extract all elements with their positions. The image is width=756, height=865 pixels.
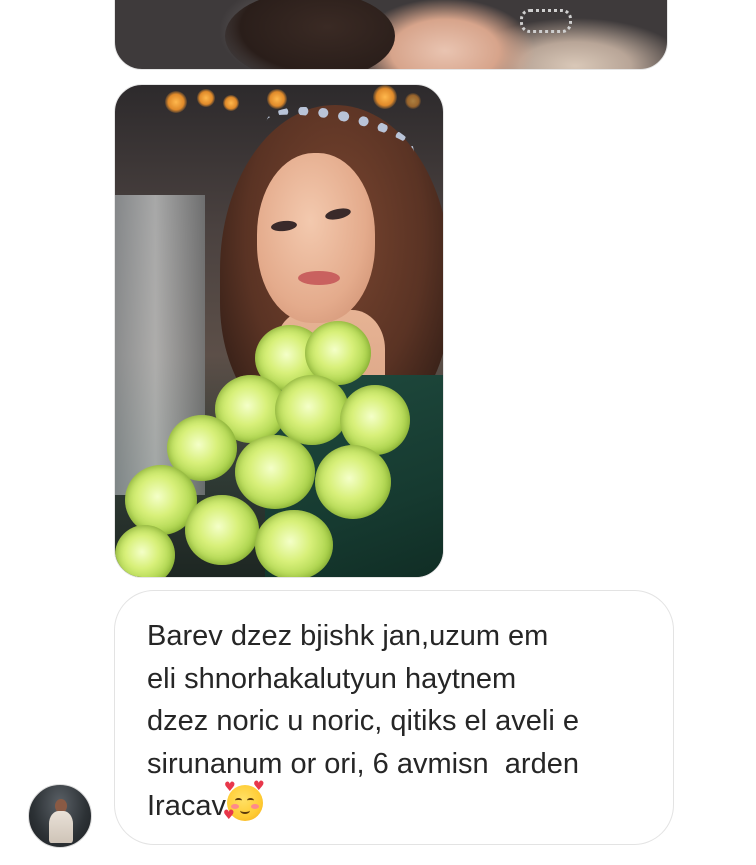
rose	[115, 525, 175, 577]
message-line: Barev dzez bjishk jan,uzum em	[147, 620, 549, 652]
bokeh-light	[405, 93, 421, 109]
rose	[315, 445, 391, 519]
bokeh-light	[223, 95, 239, 111]
bokeh-light	[267, 89, 287, 109]
photo-lips	[298, 271, 340, 285]
text-message-bubble[interactable]: Barev dzez bjishk jan,uzum em eli shnorh…	[114, 590, 674, 845]
photo-top-hair	[225, 0, 395, 69]
message-line: eli shnorhakalutyun haytnem	[147, 662, 517, 695]
rose	[275, 375, 349, 445]
message-thread: Barev dzez bjishk jan,uzum em eli shnorh…	[0, 0, 756, 865]
rose	[235, 435, 315, 509]
message-line: dzez noric u noric, qitiks el aveli e	[147, 705, 579, 737]
message-line: Iracav	[147, 790, 226, 822]
smiling-face-with-hearts-icon: ♥ ♥ ♥	[222, 779, 265, 823]
photo-face	[257, 153, 375, 323]
message-line: sirunanum or ori, 6 avmisn arden	[147, 747, 579, 780]
avatar-figure-dress	[49, 811, 73, 843]
sender-avatar[interactable]	[28, 784, 92, 848]
rose	[255, 510, 333, 577]
message-text: Barev dzez bjishk jan,uzum em eli shnorh…	[147, 615, 643, 828]
bokeh-light	[197, 89, 215, 107]
photo-top-bracelet	[520, 9, 572, 33]
photo-message-main[interactable]	[114, 84, 444, 578]
bokeh-light	[165, 91, 187, 113]
rose	[185, 495, 259, 565]
photo-message-top[interactable]	[114, 0, 668, 70]
bokeh-light	[373, 85, 397, 109]
